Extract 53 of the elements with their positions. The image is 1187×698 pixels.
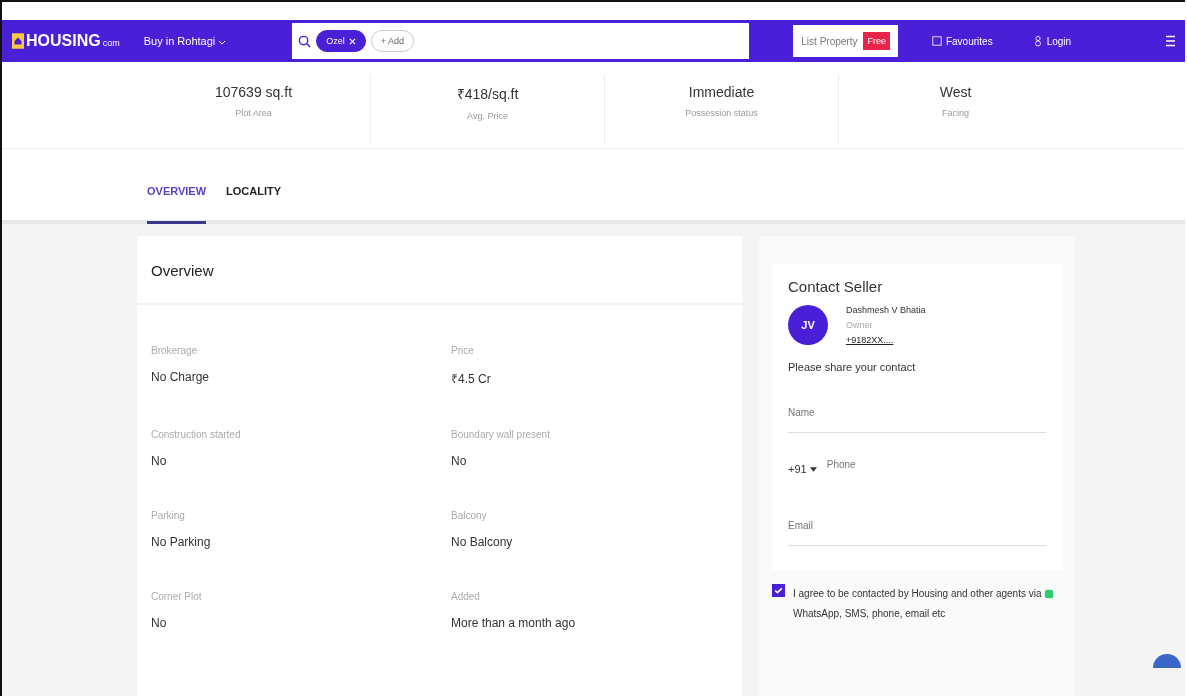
detail-label: Balcony	[451, 510, 488, 521]
list-property-button[interactable]: List Property Free	[793, 25, 898, 57]
search-chip[interactable]: + Add	[370, 30, 415, 52]
detail-label: Parking	[151, 510, 186, 521]
detail-value: No	[451, 454, 468, 468]
detail-label: Construction started	[151, 429, 242, 440]
stat-value: 107639 sq.ft	[214, 84, 293, 100]
consent-text: I agree to be contacted by Housing and other agents via	[793, 588, 1042, 599]
tab[interactable]: LOCALITY	[226, 185, 282, 224]
seller-phone: +9182XX....	[846, 335, 895, 345]
detail-label: Corner Plot	[151, 591, 203, 602]
detail-label: Price	[451, 345, 475, 356]
stat-label: Plot Area	[235, 108, 272, 118]
caret-icon	[809, 467, 817, 473]
country-code-dropdown[interactable]: +91	[788, 462, 817, 475]
detail-value: No	[151, 454, 168, 468]
detail-label: Added	[451, 591, 481, 602]
logo-suffix: com	[102, 38, 120, 48]
detail-value: ₹4.5 Cr	[451, 371, 492, 387]
search-field[interactable]: Ozel + Add	[292, 23, 750, 59]
stat-value: West	[939, 84, 972, 100]
free-badge: Free	[863, 32, 890, 50]
chat-icon	[1044, 589, 1055, 600]
detail-label: Brokerage	[151, 345, 199, 356]
logo-text[interactable]: HOUSING	[26, 32, 101, 50]
login-link[interactable]: Login	[1026, 34, 1078, 48]
consent-channels: WhatsApp, SMS, phone, email etc	[793, 608, 946, 619]
city-dropdown[interactable]: Buy in Rohtagi	[143, 35, 227, 47]
house-icon	[12, 33, 24, 49]
detail-value: No Charge	[151, 370, 211, 384]
card-title: Overview	[137, 236, 742, 305]
detail-label: Boundary wall present	[451, 429, 551, 440]
chevron-down-icon	[218, 39, 227, 45]
stat-label: Avg. Price	[467, 111, 508, 121]
avatar: JV	[788, 305, 828, 345]
contact-prompt: Please share your contact	[788, 361, 917, 373]
detail-value: More than a month ago	[451, 616, 577, 630]
favourites-link[interactable]: Favourites	[925, 34, 999, 48]
contact-title: Contact Seller	[788, 278, 884, 295]
stat-label: Facing	[942, 108, 969, 118]
detail-value: No Balcony	[451, 535, 514, 549]
seller-name: Dashmesh V Bhatia	[846, 305, 926, 315]
seller-role: Owner	[846, 320, 874, 330]
close-icon	[348, 37, 356, 45]
menu-icon[interactable]	[1166, 34, 1175, 48]
detail-value: No Parking	[151, 535, 212, 549]
stat-value: ₹418/sq.ft	[456, 85, 519, 103]
search-chip[interactable]: Ozel	[316, 30, 366, 52]
detail-value: No	[151, 616, 168, 630]
stat-value: Immediate	[688, 84, 755, 100]
search-icon	[298, 34, 312, 48]
stat-label: Possession status	[685, 108, 758, 118]
checkbox[interactable]	[772, 584, 785, 597]
